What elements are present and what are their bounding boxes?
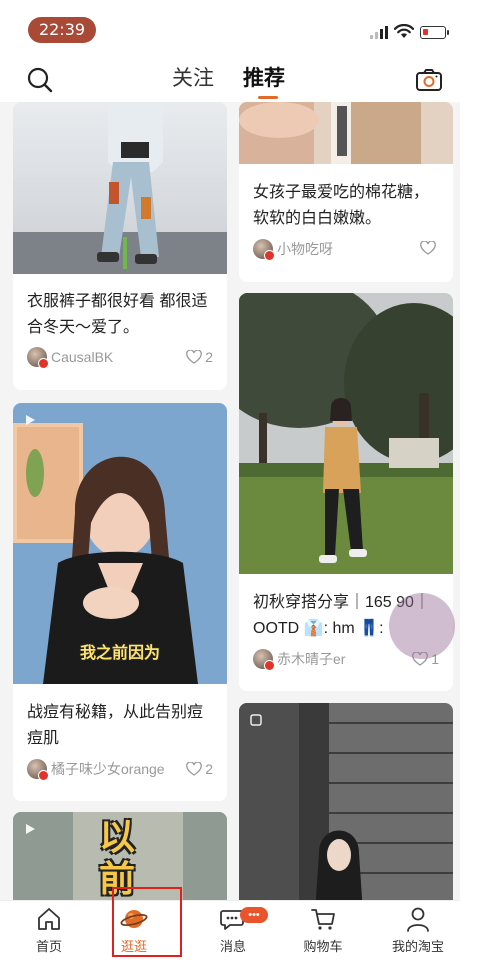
avatar — [27, 347, 49, 369]
like-count: 2 — [205, 349, 213, 365]
tab-follow[interactable]: 关注 — [172, 64, 214, 94]
post-title: 战痘有秘籍，从此告别痘痘肌 — [27, 704, 204, 747]
home-icon — [38, 908, 60, 930]
post-title: 衣服裤子都很好看 都很适合冬天～爱了。 — [27, 293, 208, 336]
like-button[interactable]: 2 — [186, 349, 213, 365]
feed-card[interactable] — [239, 703, 453, 913]
bottom-nav: 首页 逛逛 消息 ••• 购物车 我的淘宝 — [0, 900, 460, 974]
post-image — [239, 703, 453, 913]
post-title: 女孩子最爱吃的棉花糖，软软的白白嫩嫩。 — [253, 184, 430, 227]
post-author[interactable]: CausalBK — [27, 347, 114, 369]
right-gutter — [460, 0, 486, 974]
author-name: 赤木晴子er — [277, 651, 346, 667]
status-time: 22:39 — [28, 17, 96, 43]
post-image — [239, 293, 453, 574]
video-play-icon — [250, 714, 262, 726]
heart-icon — [186, 350, 203, 364]
user-icon — [407, 907, 429, 932]
active-tab-indicator — [258, 96, 278, 99]
nav-label: 我的淘宝 — [391, 939, 444, 954]
video-play-icon — [26, 415, 35, 425]
avatar — [253, 649, 275, 671]
post-image: 我之前因为 — [13, 403, 227, 684]
author-name: 橘子味少女orange — [51, 761, 165, 777]
highlight-annotation — [112, 887, 182, 957]
nav-cart[interactable]: 购物车 — [283, 901, 363, 961]
top-header: 关注 推荐 — [0, 60, 460, 102]
post-author[interactable]: 赤木晴子er — [253, 649, 346, 671]
cart-icon — [311, 909, 335, 930]
feed-card[interactable]: 衣服裤子都很好看 都很适合冬天～爱了。 CausalBK 2 — [13, 102, 227, 390]
post-author[interactable]: 橘子味少女orange — [27, 759, 165, 781]
cellular-signal-icon — [370, 25, 388, 39]
app-screen: 22:39 关注 推荐 衣服裤子都很好看 都很适合冬天～爱了。 CausalBK… — [0, 0, 460, 974]
video-play-icon — [26, 824, 35, 834]
post-author[interactable]: 小物吃呀 — [253, 239, 333, 261]
message-badge: ••• — [240, 907, 268, 923]
post-image — [239, 102, 453, 164]
author-name: CausalBK — [51, 349, 114, 365]
heart-icon — [420, 241, 436, 255]
feed-card[interactable]: 我之前因为 战痘有秘籍，从此告别痘痘肌 橘子味少女orange 2 — [13, 403, 227, 801]
touch-indicator — [389, 593, 455, 659]
video-caption: 我之前因为 — [79, 645, 160, 662]
feed-card[interactable]: 女孩子最爱吃的棉花糖，软软的白白嫩嫩。 小物吃呀 — [239, 102, 453, 282]
nav-profile[interactable]: 我的淘宝 — [378, 901, 458, 961]
avatar — [27, 759, 49, 781]
status-bar: 22:39 — [0, 0, 460, 60]
like-button[interactable] — [420, 241, 439, 255]
camera-icon[interactable] — [414, 65, 444, 95]
nav-home[interactable]: 首页 — [9, 901, 89, 961]
post-image — [13, 102, 227, 274]
wifi-icon — [394, 24, 414, 38]
tab-recommend[interactable]: 推荐 — [243, 64, 285, 94]
status-icons — [370, 22, 449, 42]
heart-icon — [186, 762, 203, 776]
search-icon[interactable] — [26, 66, 54, 94]
battery-icon — [420, 25, 449, 39]
author-name: 小物吃呀 — [277, 241, 333, 257]
avatar — [253, 239, 275, 261]
nav-label: 消息 — [219, 939, 246, 954]
nav-label: 首页 — [35, 939, 62, 954]
like-count: 2 — [205, 761, 213, 777]
nav-label: 购物车 — [303, 939, 343, 954]
like-button[interactable]: 2 — [186, 761, 213, 777]
